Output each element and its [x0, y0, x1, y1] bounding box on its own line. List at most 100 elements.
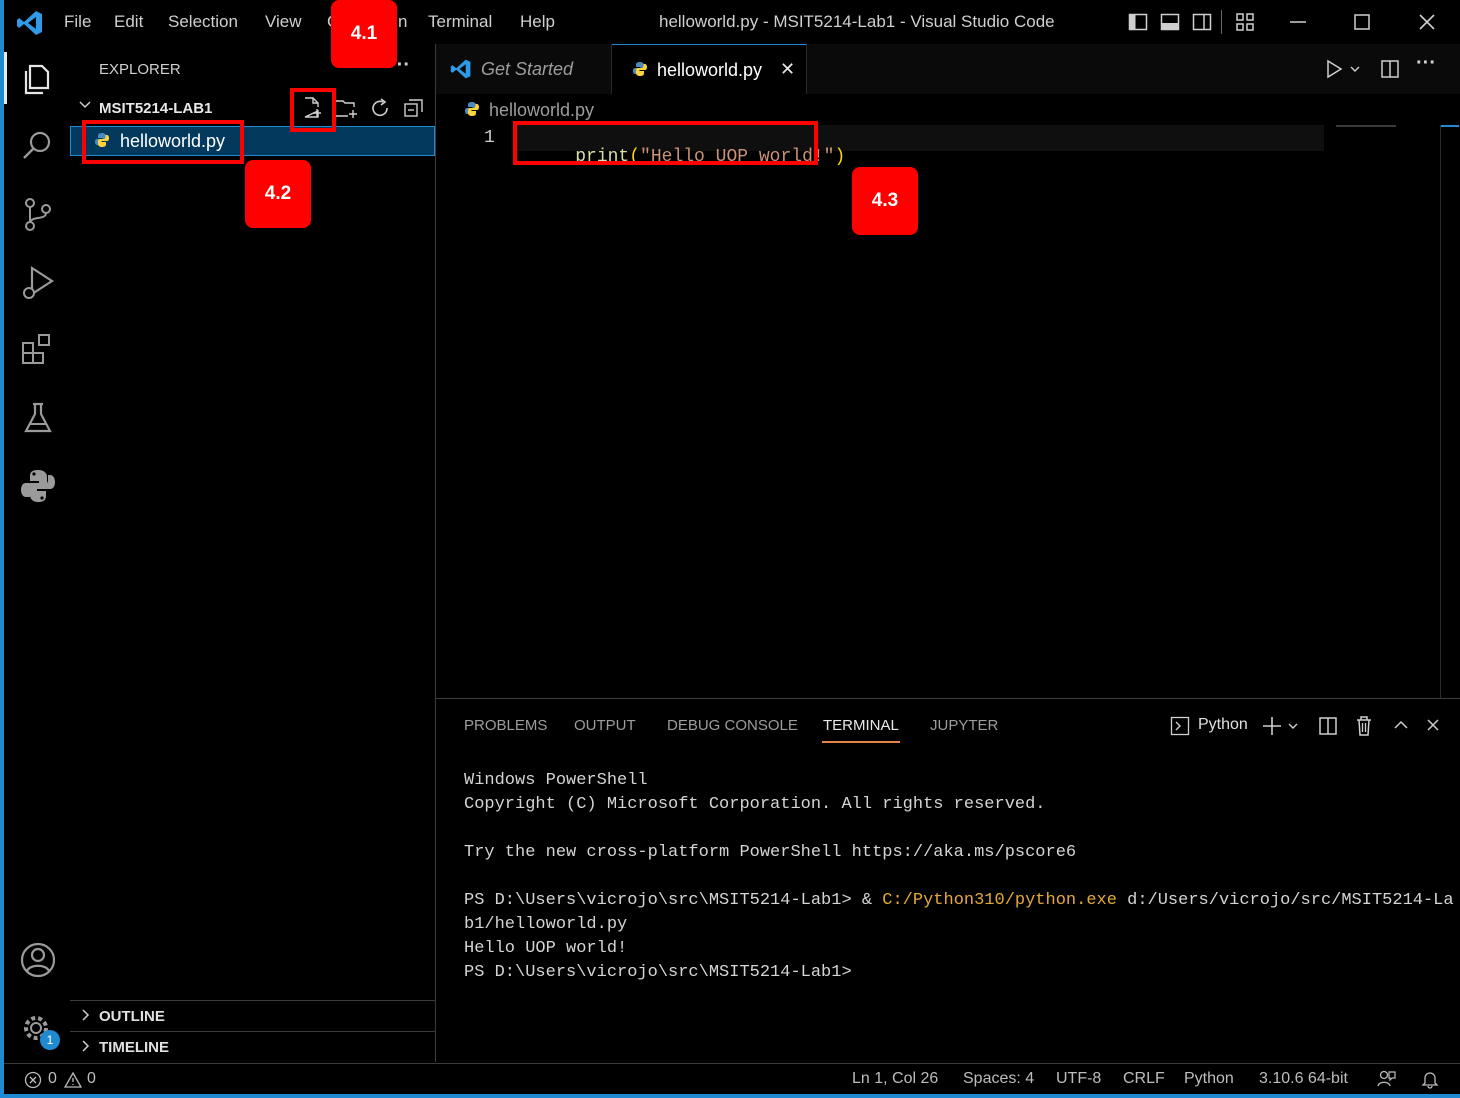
- maximize-panel-icon[interactable]: [1393, 717, 1409, 733]
- tab-output[interactable]: OUTPUT: [574, 717, 636, 734]
- python-file-icon: [632, 61, 648, 77]
- outline-section[interactable]: OUTLINE: [70, 1000, 435, 1031]
- terminal-icon: [1170, 716, 1190, 736]
- menu-file[interactable]: File: [64, 12, 91, 32]
- error-count: 0: [48, 1070, 57, 1087]
- menu-selection[interactable]: Selection: [168, 12, 238, 32]
- toggle-panel-icon[interactable]: [1160, 12, 1180, 32]
- editor-more-button[interactable]: ···: [1416, 52, 1436, 75]
- annotation-box-code: [513, 121, 818, 165]
- tab-problems[interactable]: PROBLEMS: [464, 717, 547, 734]
- title-bar: File Edit Selection View G n Terminal He…: [4, 0, 1460, 45]
- collapse-all-icon[interactable]: [402, 96, 426, 120]
- new-terminal-icon[interactable]: [1261, 715, 1283, 737]
- tab-terminal[interactable]: TERMINAL: [823, 717, 899, 734]
- terminal-output[interactable]: Windows PowerShell Copyright (C) Microso…: [436, 759, 1460, 1059]
- timeline-section[interactable]: TIMELINE: [70, 1031, 435, 1062]
- annotation-badge-4-1: 4.1: [331, 0, 397, 68]
- window-title: helloworld.py - MSIT5214-Lab1 - Visual S…: [659, 12, 1055, 31]
- active-tab-underline: [822, 741, 900, 743]
- vscode-logo-icon: [450, 58, 472, 80]
- activity-bar: 1: [4, 44, 71, 1062]
- python-interpreter[interactable]: 3.10.6 64-bit: [1259, 1070, 1348, 1088]
- annotation-badge-4-3: 4.3: [852, 167, 918, 235]
- timeline-label: TIMELINE: [99, 1039, 169, 1056]
- new-folder-icon[interactable]: [334, 96, 360, 120]
- split-editor-icon[interactable]: [1380, 59, 1400, 79]
- chevron-right-icon: [80, 1039, 92, 1053]
- editor-tab-bar: Get Started helloworld.py ✕ ···: [436, 44, 1460, 95]
- terminal-line: Copyright (C) Microsoft Corporation. All…: [464, 795, 1046, 814]
- customize-layout-icon[interactable]: [1235, 12, 1255, 32]
- bottom-panel: PROBLEMS OUTPUT DEBUG CONSOLE TERMINAL J…: [436, 698, 1460, 1064]
- terminal-line: b1/helloworld.py: [464, 915, 628, 934]
- minimap[interactable]: [1336, 125, 1396, 127]
- indentation[interactable]: Spaces: 4: [963, 1070, 1034, 1088]
- menu-edit[interactable]: Edit: [114, 12, 143, 32]
- maximize-icon[interactable]: [1352, 12, 1372, 32]
- menu-run[interactable]: n: [398, 12, 407, 32]
- feedback-icon[interactable]: [1376, 1069, 1396, 1089]
- terminal-line: Try the new cross-platform PowerShell ht…: [464, 843, 1077, 862]
- toggle-sidebar-icon[interactable]: [1128, 12, 1148, 32]
- run-debug-icon[interactable]: [18, 262, 58, 302]
- minimize-icon[interactable]: [1288, 12, 1308, 32]
- folder-header[interactable]: MSIT5214-LAB1: [70, 96, 435, 122]
- warning-count: 0: [87, 1070, 96, 1087]
- code-paren-close: ): [834, 147, 846, 167]
- editor-scrollbar[interactable]: [1440, 125, 1441, 698]
- run-file-icon[interactable]: [1324, 59, 1344, 79]
- breadcrumb[interactable]: helloworld.py: [489, 100, 594, 121]
- activity-active-indicator: [4, 52, 7, 104]
- settings-update-badge: 1: [40, 1030, 60, 1050]
- annotation-badge-4-2: 4.2: [245, 160, 311, 228]
- accounts-icon[interactable]: [18, 940, 58, 980]
- annotation-box-new-file: [290, 88, 336, 132]
- encoding[interactable]: UTF-8: [1056, 1070, 1101, 1088]
- menu-view[interactable]: View: [265, 12, 302, 32]
- tab-debug-console[interactable]: DEBUG CONSOLE: [667, 717, 798, 734]
- status-bar: 0 0 Ln 1, Col 26 Spaces: 4 UTF-8 CRLF Py…: [4, 1063, 1460, 1094]
- search-icon[interactable]: [18, 126, 58, 166]
- tab-helloworld[interactable]: helloworld.py ✕: [612, 44, 807, 95]
- refresh-icon[interactable]: [368, 96, 392, 120]
- language-mode[interactable]: Python: [1184, 1070, 1234, 1088]
- terminal-prompt: PS D:\Users\vicrojo\src\MSIT5214-Lab1>: [464, 963, 852, 982]
- chevron-down-icon[interactable]: [1287, 720, 1299, 732]
- chevron-right-icon: [80, 1008, 92, 1022]
- python-file-icon: [464, 101, 480, 117]
- tab-jupyter[interactable]: JUPYTER: [930, 717, 998, 734]
- chevron-down-icon: [78, 98, 92, 112]
- cursor-position[interactable]: Ln 1, Col 26: [852, 1070, 938, 1088]
- end-of-line[interactable]: CRLF: [1123, 1070, 1165, 1088]
- overview-ruler: [1441, 125, 1459, 127]
- terminal-profile[interactable]: Python: [1198, 716, 1248, 734]
- terminal-line: Hello UOP world!: [464, 939, 628, 958]
- terminal-line: Windows PowerShell: [464, 771, 648, 790]
- trash-icon[interactable]: [1354, 715, 1374, 737]
- menu-help[interactable]: Help: [520, 12, 555, 32]
- extensions-icon[interactable]: [18, 330, 58, 370]
- warning-icon: [64, 1071, 82, 1089]
- tab-get-started[interactable]: Get Started: [436, 44, 612, 94]
- explorer-icon[interactable]: [18, 58, 58, 98]
- code-editor[interactable]: helloworld.py 1 print("Hello UOP world!"…: [436, 94, 1460, 698]
- menu-terminal[interactable]: Terminal: [428, 12, 492, 32]
- split-terminal-icon[interactable]: [1318, 716, 1338, 736]
- python-icon[interactable]: [18, 466, 58, 506]
- chevron-down-icon[interactable]: [1349, 63, 1361, 75]
- outline-label: OUTLINE: [99, 1008, 165, 1025]
- annotation-box-file: [82, 120, 244, 164]
- terminal-prompt: PS D:\Users\vicrojo\src\MSIT5214-Lab1> &: [464, 891, 883, 910]
- toggle-secondary-sidebar-icon[interactable]: [1192, 12, 1212, 32]
- folder-name: MSIT5214-LAB1: [99, 100, 213, 117]
- vscode-logo-icon[interactable]: [16, 9, 44, 37]
- titlebar-divider: [1221, 10, 1222, 34]
- explorer-title: EXPLORER: [99, 61, 181, 78]
- close-tab-icon[interactable]: ✕: [780, 59, 795, 80]
- testing-flask-icon[interactable]: [18, 398, 58, 438]
- source-control-icon[interactable]: [18, 194, 58, 234]
- close-window-icon[interactable]: [1417, 12, 1437, 32]
- close-panel-icon[interactable]: [1425, 717, 1441, 733]
- notifications-bell-icon[interactable]: [1420, 1069, 1440, 1089]
